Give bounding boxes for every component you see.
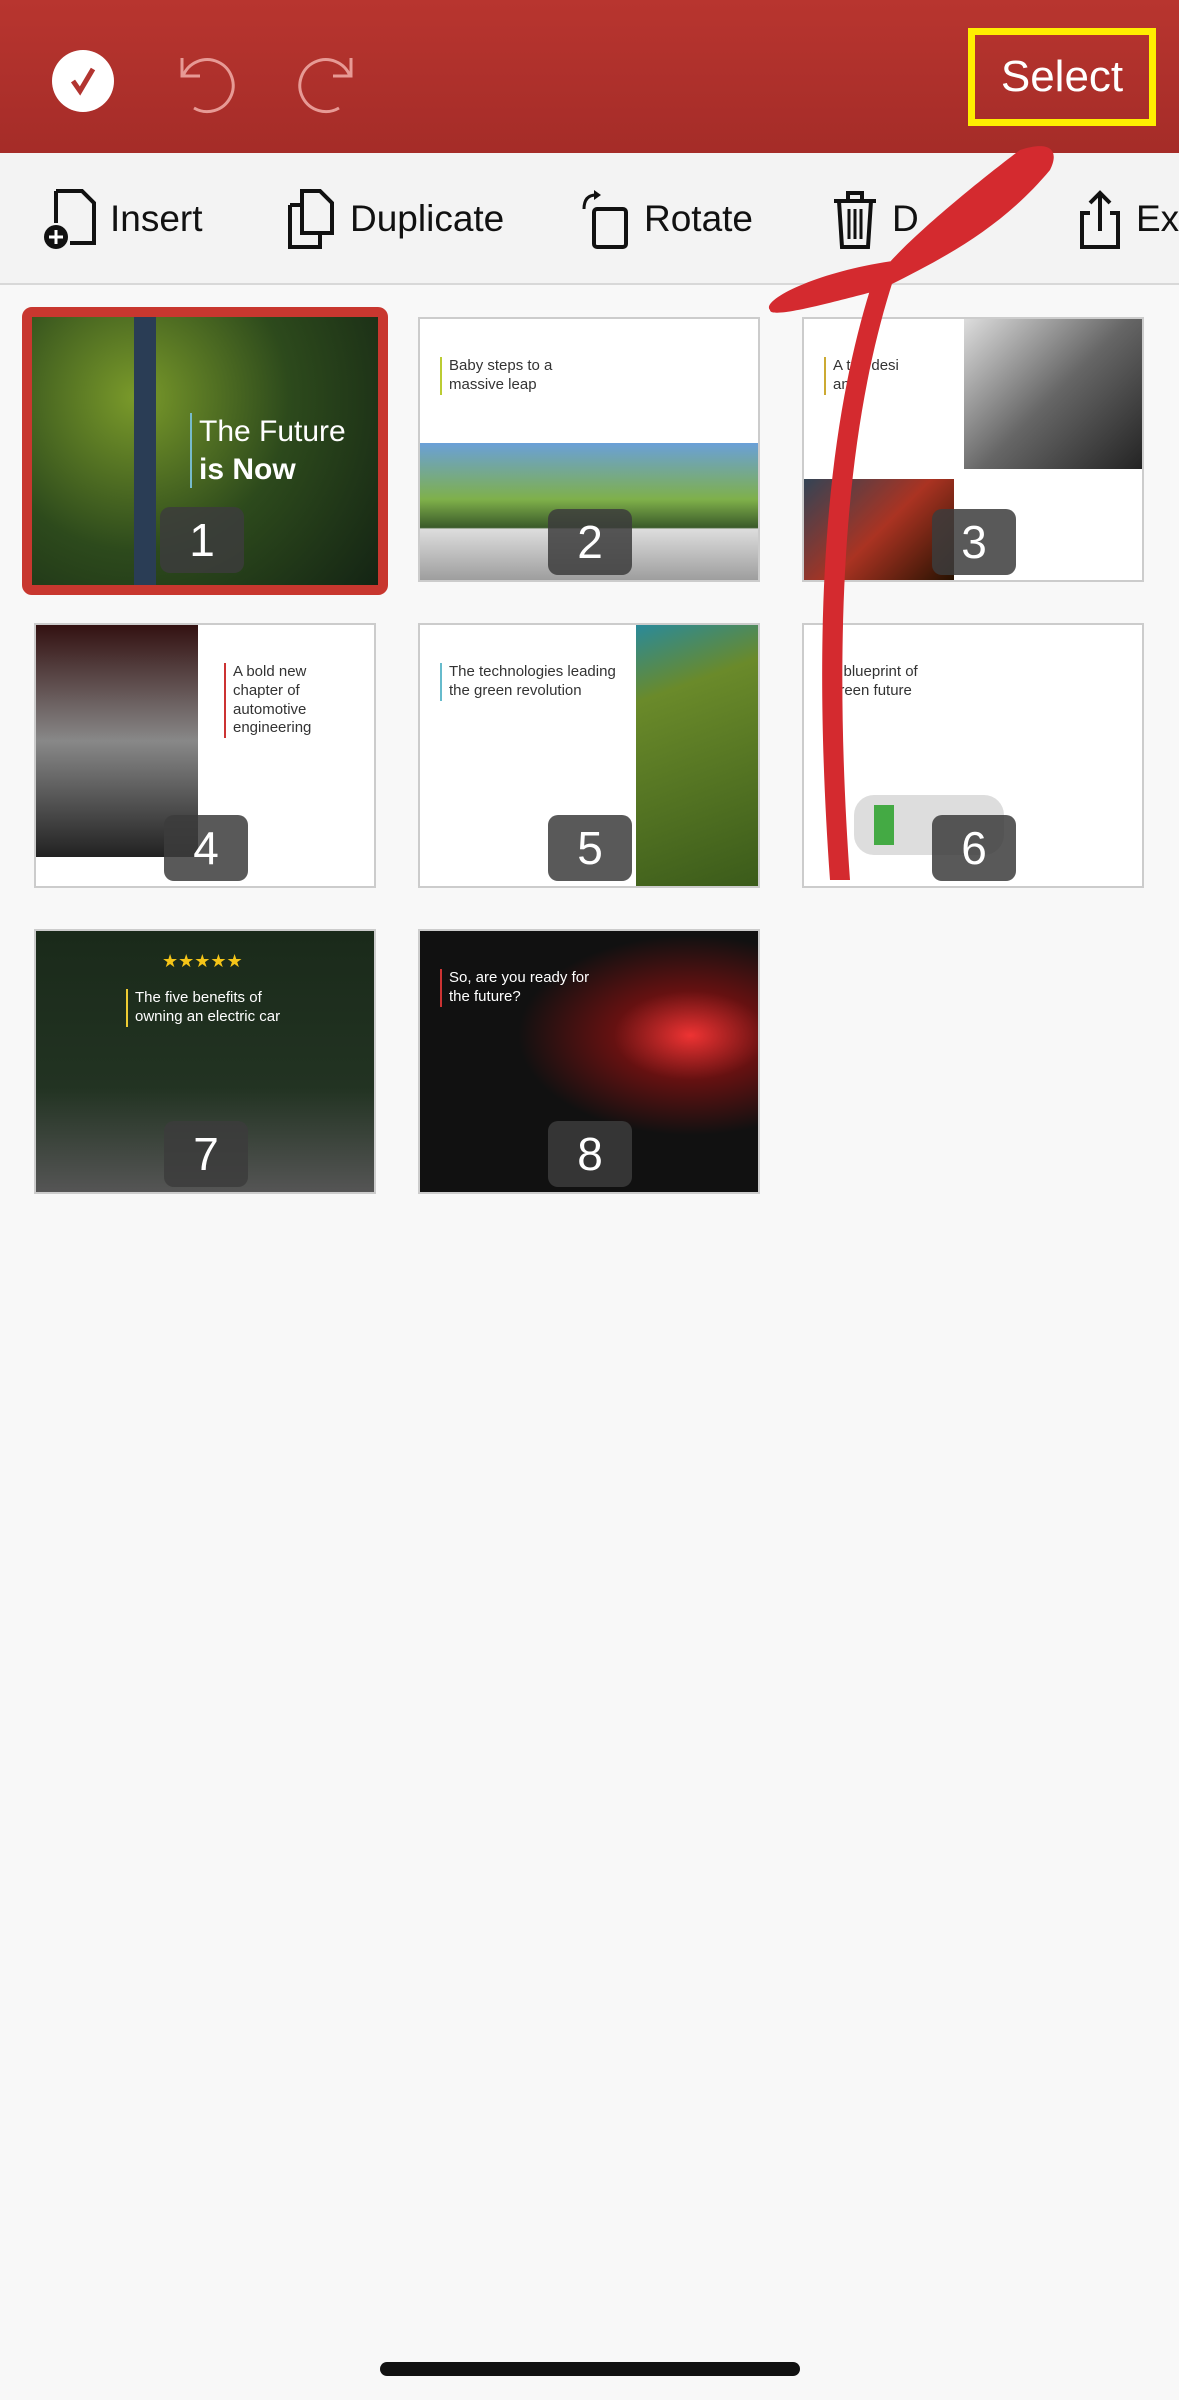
delete-button[interactable]: D: [830, 187, 919, 251]
rotate-label: Rotate: [644, 198, 754, 239]
slide-number: 2: [548, 509, 632, 575]
slide-number: 7: [164, 1121, 248, 1187]
slide-title: The technologies leading the green revol…: [440, 663, 620, 701]
duplicate-label: Duplicate: [350, 198, 505, 239]
rotate-icon: [582, 190, 628, 249]
export-label: Ex: [1136, 198, 1179, 239]
share-icon: [1080, 190, 1120, 249]
slide-thumbnail-5[interactable]: The technologies leading the green revol…: [418, 623, 760, 888]
slide-number: 8: [548, 1121, 632, 1187]
duplicate-button[interactable]: Duplicate: [284, 187, 504, 251]
redo-icon[interactable]: [293, 46, 363, 116]
slide-title: So, are you ready for the future?: [440, 969, 590, 1007]
slide-title: Baby steps to a massive leap: [440, 357, 560, 395]
slide-thumbnail-6[interactable]: e blueprint of green future 6: [802, 623, 1144, 888]
duplicate-icon: [288, 189, 334, 249]
insert-label: Insert: [110, 198, 203, 239]
slide-thumbnail-8[interactable]: So, are you ready for the future? 8: [418, 929, 760, 1194]
delete-label: D: [892, 198, 919, 239]
slide-thumbnail-7[interactable]: ★★★★★ The five benefits of owning an ele…: [34, 929, 376, 1194]
slide-number: 4: [164, 815, 248, 881]
slide-thumbnail-4[interactable]: A bold new chapter of automotive enginee…: [34, 623, 376, 888]
slide-title: The five benefits of owning an electric …: [126, 989, 306, 1027]
insert-button[interactable]: Insert: [42, 187, 203, 251]
slide-number: 6: [932, 815, 1016, 881]
slide-number: 1: [160, 507, 244, 573]
trash-icon: [834, 191, 876, 249]
done-button[interactable]: [52, 50, 114, 112]
slide-title: A bold new chapter of automotive enginee…: [224, 663, 334, 738]
page-toolbar: Insert Duplicate Rotate D Ex: [0, 153, 1179, 285]
slide-thumbnail-3[interactable]: A triu desi and 3: [802, 317, 1144, 582]
home-indicator[interactable]: [380, 2362, 800, 2376]
select-button[interactable]: Select: [968, 28, 1156, 126]
slide-number: 5: [548, 815, 632, 881]
undo-icon[interactable]: [170, 46, 240, 116]
rating-stars: ★★★★★: [162, 951, 243, 971]
insert-page-icon: [44, 189, 96, 249]
slide-title: e blueprint of green future: [831, 663, 918, 699]
slide-number: 3: [932, 509, 1016, 575]
rotate-button[interactable]: Rotate: [578, 187, 753, 251]
slide-thumbnail-2[interactable]: Baby steps to a massive leap 2: [418, 317, 760, 582]
export-button[interactable]: Ex: [1076, 187, 1179, 251]
slide-thumbnail-1[interactable]: The Future is Now 1: [22, 307, 388, 595]
checkmark-icon: [70, 67, 96, 96]
top-bar: Select: [0, 0, 1179, 153]
slide-title: The Future is Now: [190, 413, 346, 488]
slide-title: A triu desi and: [824, 357, 904, 395]
